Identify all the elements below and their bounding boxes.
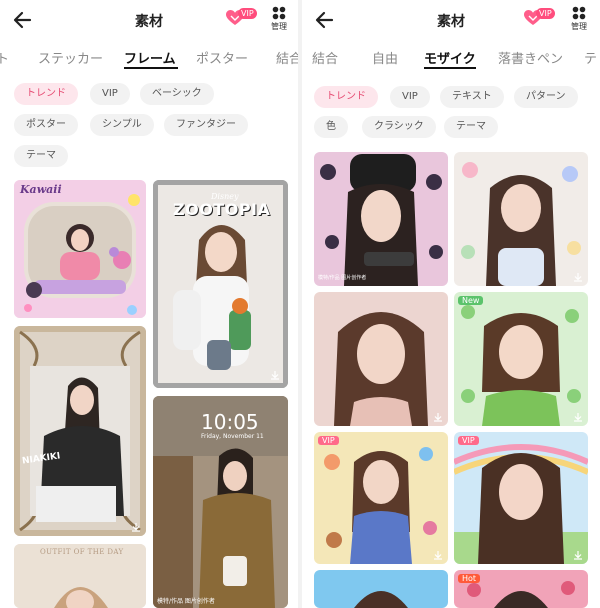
chip-color[interactable]: 色 [314,116,348,138]
credit-text: 模特/作品 图片创作者 [157,598,215,605]
kawaii-frame-image [14,180,146,318]
vip-badge: VIP [238,8,257,19]
active-tab-underline [424,67,476,69]
tab-partial[interactable]: ト [0,48,9,67]
active-tab-underline [124,67,178,69]
mosaic-rainbow-image [454,432,588,564]
tab-combine[interactable]: 結合 [276,48,298,67]
mosaic-kuromi-image [314,152,448,286]
chip-text[interactable]: テキスト [440,86,504,108]
tab-mosaic[interactable]: モザイク [424,48,476,67]
chip-vip[interactable]: VIP [90,83,130,105]
vip-badge: VIP [536,8,555,19]
mosaic-card[interactable]: VIP [314,432,448,564]
frame-card-baroque[interactable]: NIAKIKI [14,326,146,536]
chip-fantasy[interactable]: ファンタジー [164,114,248,136]
mosaic-blue-image [314,570,448,608]
frame-card-outfit[interactable]: OUTFIT OF THE DAY [14,544,146,608]
download-icon[interactable] [573,272,583,282]
tab-frames[interactable]: フレーム [124,48,176,67]
download-icon[interactable] [573,550,583,560]
mosaic-card[interactable]: VIP [454,432,588,564]
chip-basic[interactable]: ベーシック [140,83,214,105]
tab-combine[interactable]: 結合 [312,48,338,67]
manage-label: 管理 [571,22,587,31]
vip-button[interactable]: VIP [524,7,558,29]
app-screens: 素材 VIP 管理 ト ステッカー フレーム ポスター 結合 トレンド VIP … [0,0,600,608]
mosaic-portrait-image [314,292,448,426]
top-bar: 素材 VIP 管理 [0,0,298,40]
mosaic-screen: 素材 VIP 管理 結合 自由 モザイク 落書きペン テ トレンド VIP テキ… [302,0,600,608]
zootopia-title: ZOOTOPIA [173,200,271,219]
baroque-frame-image [14,326,146,536]
tab-posters[interactable]: ポスター [196,48,248,67]
chip-poster[interactable]: ポスター [14,114,78,136]
download-icon[interactable] [131,522,141,532]
new-badge: New [458,296,484,305]
manage-button[interactable]: 管理 [266,6,292,32]
chip-theme[interactable]: テーマ [444,116,498,138]
frame-card-lockscreen[interactable]: 10:05 Friday, November 11 模特/作品 图片创作者 [153,396,288,608]
credit-text: 模特/作品 图片创作者 [318,275,367,281]
chip-theme[interactable]: テーマ [14,145,68,167]
chip-trend[interactable]: トレンド [14,83,78,105]
frame-card-zootopia[interactable]: Disney ZOOTOPIA [153,180,288,388]
manage-grid-icon [272,6,286,20]
manage-label: 管理 [271,22,287,31]
chip-vip[interactable]: VIP [390,86,430,108]
download-icon[interactable] [573,412,583,422]
tab-stickers[interactable]: ステッカー [38,48,103,67]
vip-button[interactable]: VIP [226,7,260,29]
mosaic-card[interactable] [454,152,588,286]
download-icon[interactable] [433,412,443,422]
download-icon[interactable] [270,370,280,380]
category-tabs: ト ステッカー フレーム ポスター 結合 [0,44,298,70]
mosaic-card[interactable]: Hot [454,570,588,608]
manage-button[interactable]: 管理 [566,6,592,32]
chip-trend[interactable]: トレンド [314,86,378,108]
vip-card-badge: VIP [458,436,479,445]
mosaic-frog-image [454,292,588,426]
top-bar: 素材 VIP 管理 [302,0,600,40]
outfit-title: OUTFIT OF THE DAY [40,548,124,556]
mosaic-card[interactable]: 模特/作品 图片创作者 [314,152,448,286]
frame-card-kawaii[interactable]: Kawaii [14,180,146,318]
phone-date: Friday, November 11 [201,433,264,440]
mosaic-sanrio-image [454,152,588,286]
phone-time: 10:05 [201,410,259,434]
tab-doodle-pen[interactable]: 落書きペン [498,48,563,67]
mosaic-card[interactable] [314,292,448,426]
frame-screen: 素材 VIP 管理 ト ステッカー フレーム ポスター 結合 トレンド VIP … [0,0,298,608]
category-tabs: 結合 自由 モザイク 落書きペン テ [302,44,600,70]
kawaii-title: Kawaii [20,183,62,196]
chip-classic[interactable]: クラシック [362,116,436,138]
mosaic-card[interactable] [314,570,448,608]
tab-free[interactable]: 自由 [372,48,398,67]
hot-badge: Hot [458,574,481,583]
mosaic-doodle-image [314,432,448,564]
chip-simple[interactable]: シンプル [90,114,154,136]
chip-pattern[interactable]: パターン [514,86,578,108]
download-icon[interactable] [433,550,443,560]
manage-grid-icon [572,6,586,20]
vip-card-badge: VIP [318,436,339,445]
tab-partial[interactable]: テ [584,48,597,67]
mosaic-card[interactable]: New [454,292,588,426]
